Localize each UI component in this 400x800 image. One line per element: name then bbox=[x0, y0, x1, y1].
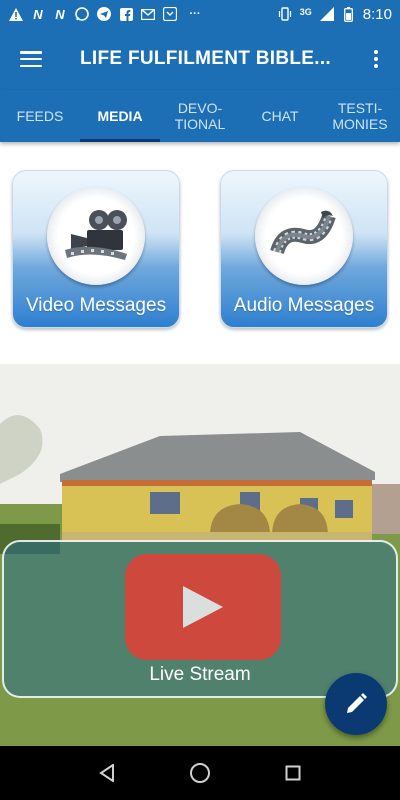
tab-chat[interactable]: CHAT bbox=[240, 90, 320, 142]
battery-icon bbox=[341, 6, 357, 22]
n-icon: N bbox=[55, 6, 65, 22]
more-vert-icon bbox=[374, 50, 378, 54]
home-icon bbox=[189, 763, 210, 783]
youtube-play-icon bbox=[125, 554, 281, 660]
tab-testimonies[interactable]: TESTI- MONIES bbox=[320, 90, 400, 142]
clock: 8:10 bbox=[362, 5, 392, 23]
telegram-icon bbox=[96, 7, 112, 21]
alert-icon bbox=[8, 7, 24, 21]
app-bar: LIFE FULFILMENT BIBLE... bbox=[0, 28, 400, 90]
media-content: Video Messages Audio Messages Live Strea… bbox=[0, 142, 400, 746]
media-cards: Video Messages Audio Messages bbox=[0, 142, 400, 364]
tab-devotional[interactable]: DEVO- TIONAL bbox=[160, 90, 240, 142]
whatsapp-icon bbox=[74, 7, 90, 21]
recents-icon bbox=[285, 765, 301, 781]
navigation-bar bbox=[0, 746, 400, 800]
video-messages-label: Video Messages bbox=[25, 295, 167, 316]
n-icon: N bbox=[33, 6, 43, 22]
more-notifications-icon: ··· bbox=[189, 8, 201, 20]
facebook-icon bbox=[118, 7, 134, 21]
live-stream-card[interactable]: Live Stream bbox=[2, 540, 398, 698]
tab-label: DEVO- TIONAL bbox=[174, 100, 226, 132]
hamburger-menu-icon bbox=[20, 51, 42, 67]
vibrate-icon bbox=[277, 7, 293, 21]
back-icon bbox=[98, 764, 114, 782]
app-title: LIFE FULFILMENT BIBLE... bbox=[80, 48, 332, 69]
tab-feeds[interactable]: FEEDS bbox=[0, 90, 80, 142]
gmail-icon bbox=[140, 7, 156, 21]
overflow-menu-button[interactable] bbox=[352, 28, 400, 90]
notification-icons: N N ··· bbox=[8, 6, 206, 22]
signal-icon bbox=[319, 7, 335, 21]
audio-messages-card[interactable]: Audio Messages bbox=[220, 170, 388, 328]
video-messages-card[interactable]: Video Messages bbox=[12, 170, 180, 328]
recents-button[interactable] bbox=[273, 753, 313, 793]
compose-fab[interactable] bbox=[325, 673, 387, 735]
tab-label: FEEDS bbox=[16, 108, 64, 124]
status-bar: N N ··· 3G 8:10 bbox=[0, 0, 400, 28]
film-camera-icon bbox=[47, 187, 145, 285]
home-button[interactable] bbox=[180, 753, 220, 793]
tab-label: TESTI- MONIES bbox=[332, 100, 388, 132]
tab-media[interactable]: MEDIA bbox=[80, 90, 160, 142]
tab-label: MEDIA bbox=[97, 108, 143, 124]
audio-messages-label: Audio Messages bbox=[233, 295, 375, 316]
tab-bar: FEEDS MEDIA DEVO- TIONAL CHAT TESTI- MON… bbox=[0, 90, 400, 142]
download-icon bbox=[162, 7, 178, 21]
system-icons: 3G 8:10 bbox=[277, 6, 392, 23]
tab-label: CHAT bbox=[261, 108, 299, 124]
network-type: 3G bbox=[299, 7, 312, 17]
edit-pencil-icon bbox=[347, 693, 367, 713]
back-button[interactable] bbox=[87, 753, 127, 793]
film-reel-icon bbox=[255, 187, 353, 285]
menu-button[interactable] bbox=[0, 28, 62, 90]
